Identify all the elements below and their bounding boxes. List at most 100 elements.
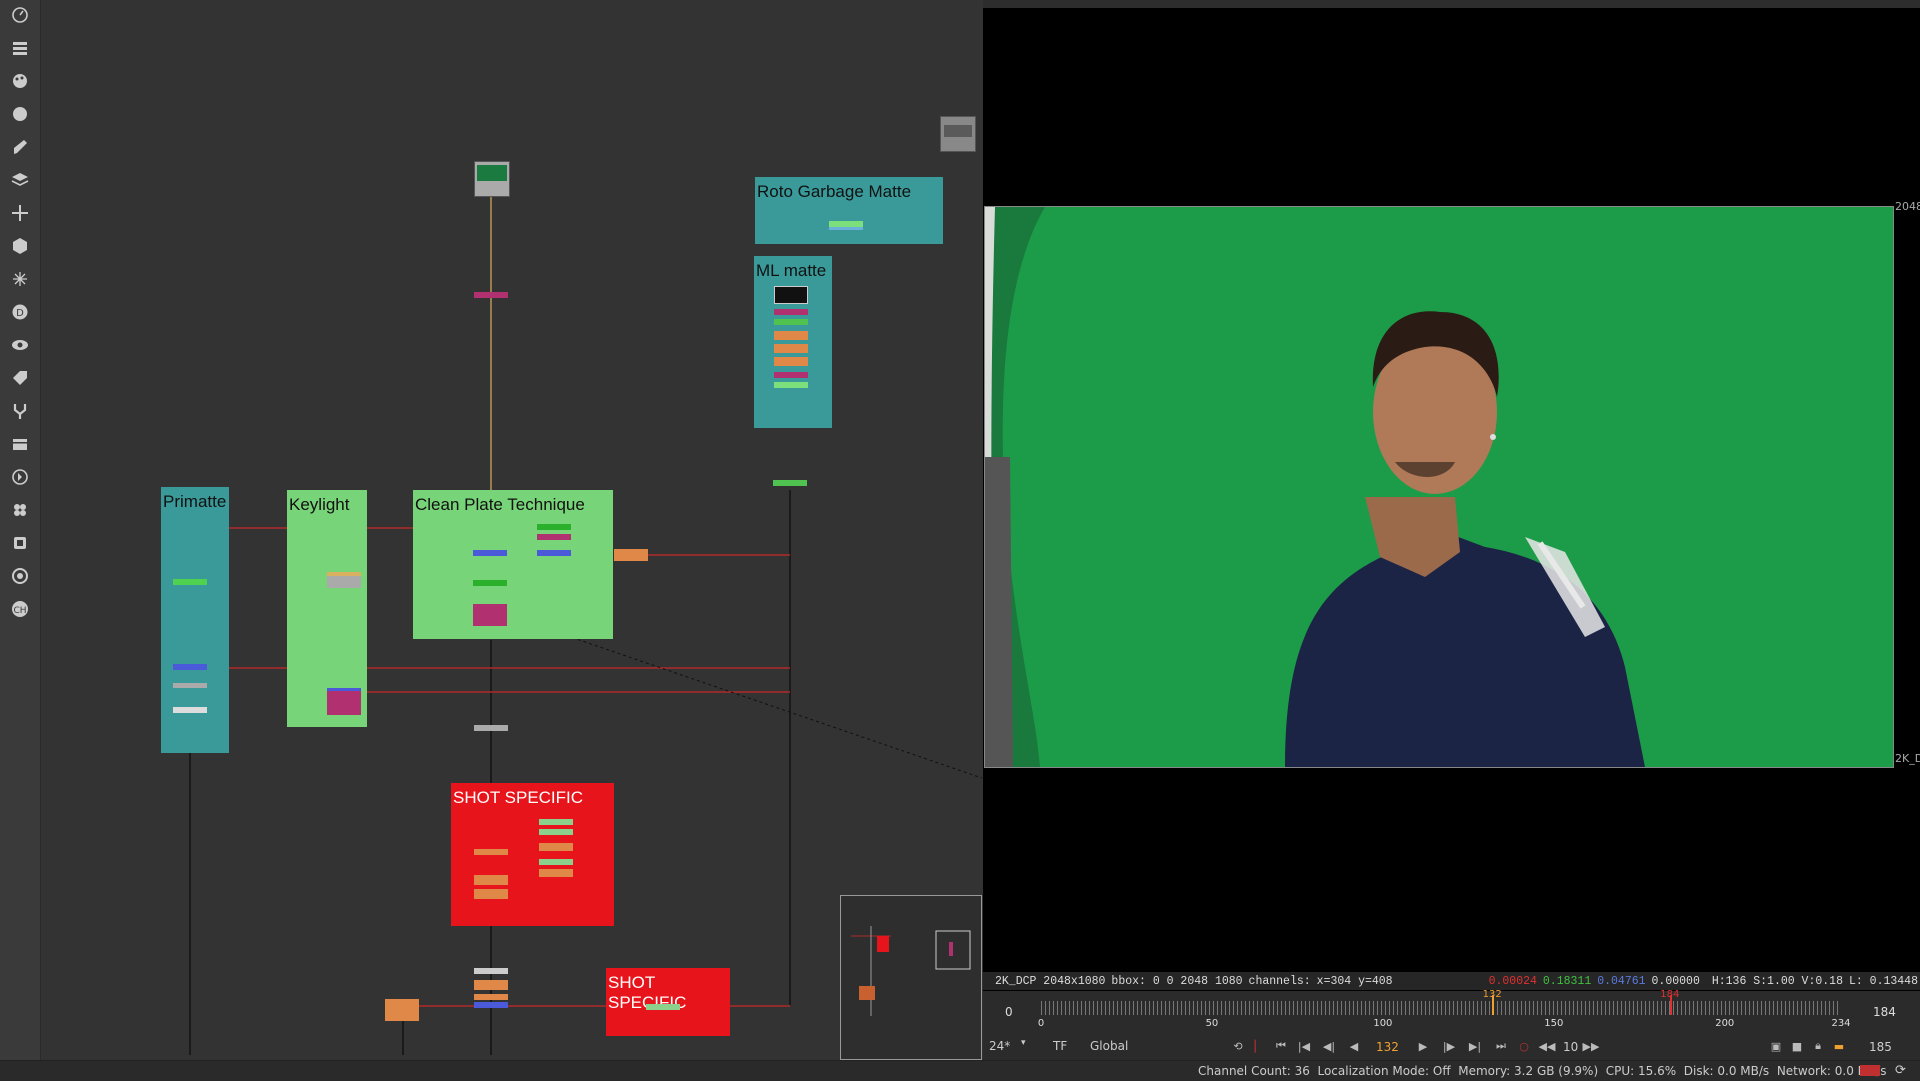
refresh-icon[interactable]: ⟳: [1895, 1063, 1906, 1078]
timeline[interactable]: 0 132 184 0 50 100 150 200 234 184: [983, 989, 1920, 1033]
increment-field[interactable]: 10: [1563, 1040, 1578, 1054]
node-thumbnail[interactable]: [774, 286, 808, 304]
node[interactable]: [474, 889, 508, 899]
circle-icon[interactable]: [10, 104, 30, 124]
menu-icon[interactable]: [10, 38, 30, 58]
node[interactable]: [474, 849, 508, 855]
backdrop-roto-garbage-matte[interactable]: Roto Garbage Matte: [755, 177, 943, 244]
backdrop-keylight[interactable]: Keylight: [287, 490, 367, 727]
read-node-thumbnail[interactable]: [474, 161, 510, 197]
prev-keyframe-icon[interactable]: |◀: [1296, 1038, 1312, 1054]
node[interactable]: [473, 550, 507, 556]
node[interactable]: [474, 725, 508, 731]
node[interactable]: [829, 221, 863, 230]
viewer-image-frame[interactable]: [984, 206, 1894, 768]
skip-back-icon[interactable]: ◀◀: [1539, 1038, 1556, 1054]
play-backward-icon[interactable]: ◀: [1346, 1038, 1362, 1054]
lock-icon[interactable]: 🔒︎: [1810, 1038, 1826, 1054]
cache-icon[interactable]: ▬: [1831, 1038, 1847, 1054]
flipbook-icon[interactable]: ▣: [1768, 1038, 1784, 1054]
furnace-icon[interactable]: [10, 467, 30, 487]
backdrop-primatte[interactable]: Primatte: [161, 487, 229, 753]
node[interactable]: [474, 968, 508, 974]
node[interactable]: [173, 707, 207, 713]
node-graph-minimap[interactable]: [840, 895, 982, 1060]
palette-icon[interactable]: [10, 71, 30, 91]
step-forward-icon[interactable]: |▶: [1441, 1038, 1457, 1054]
node[interactable]: [173, 683, 207, 688]
in-point-icon[interactable]: ▏: [1251, 1038, 1267, 1054]
node[interactable]: [474, 1002, 508, 1008]
node[interactable]: [774, 309, 808, 315]
viewer-panel[interactable]: 2048 2K_D 2K_DCP 2048x1080 bbox: 0 0 204…: [983, 0, 1920, 1060]
node[interactable]: [173, 664, 207, 670]
node[interactable]: [614, 549, 648, 561]
backdrop-shot-specific-2[interactable]: SHOT SPECIFIC: [606, 968, 730, 1036]
play-forward-icon[interactable]: ▶: [1415, 1038, 1431, 1054]
loop-icon[interactable]: ⟲: [1230, 1038, 1246, 1054]
chevron-down-icon[interactable]: ▾: [1021, 1038, 1026, 1048]
tf-dropdown[interactable]: TF: [1053, 1039, 1067, 1053]
first-frame-icon[interactable]: ⏮: [1273, 1038, 1289, 1054]
node[interactable]: [473, 580, 507, 586]
node[interactable]: [774, 331, 808, 340]
bbox-readout: bbox: 0 0 2048 1080: [1111, 974, 1243, 988]
skip-forward-icon[interactable]: ▶▶: [1583, 1038, 1600, 1054]
draw-icon[interactable]: [10, 137, 30, 157]
transform-icon[interactable]: [10, 203, 30, 223]
last-frame-icon[interactable]: ⏭: [1493, 1038, 1509, 1054]
node[interactable]: [474, 875, 508, 885]
node[interactable]: [539, 859, 573, 865]
node[interactable]: [774, 372, 808, 378]
node[interactable]: [173, 579, 207, 585]
node[interactable]: [774, 382, 808, 388]
node[interactable]: [537, 550, 571, 556]
settings-icon[interactable]: [10, 566, 30, 586]
node[interactable]: [327, 688, 361, 715]
global-dropdown[interactable]: Global: [1090, 1039, 1128, 1053]
node[interactable]: [474, 994, 508, 1000]
out-point-icon[interactable]: ○: [1516, 1038, 1532, 1054]
step-back-icon[interactable]: ◀|: [1321, 1038, 1337, 1054]
node[interactable]: [774, 357, 808, 366]
node[interactable]: [646, 1004, 680, 1010]
backdrop-shot-specific[interactable]: SHOT SPECIFIC: [451, 783, 614, 926]
node[interactable]: [774, 344, 808, 353]
node[interactable]: [327, 572, 361, 588]
node[interactable]: [773, 480, 807, 486]
stop-icon[interactable]: ■: [1789, 1038, 1805, 1054]
node[interactable]: [537, 534, 571, 540]
node[interactable]: [537, 524, 571, 530]
ocio-icon[interactable]: [10, 500, 30, 520]
timeline-ticks: 0 50 100 150 200 234: [1038, 1018, 1851, 1030]
d-icon[interactable]: D: [10, 302, 30, 322]
node[interactable]: [539, 829, 573, 835]
end-frame-field[interactable]: 185: [1869, 1040, 1892, 1054]
layers-icon[interactable]: [10, 170, 30, 190]
node-dot[interactable]: [474, 292, 508, 298]
read-node-thumbnail-small[interactable]: [940, 116, 976, 152]
cube-icon[interactable]: [10, 533, 30, 553]
timeline-track[interactable]: 132 184: [1041, 989, 1841, 1015]
particles-icon[interactable]: [10, 269, 30, 289]
node-graph[interactable]: Roto Garbage Matte ML matte Primatte Key…: [41, 0, 982, 1060]
gizmo-icon[interactable]: [10, 401, 30, 421]
node[interactable]: [385, 999, 419, 1021]
fps-dropdown[interactable]: 24*: [989, 1039, 1010, 1053]
node[interactable]: [539, 819, 573, 825]
node[interactable]: [539, 843, 573, 851]
backdrop-ml-matte[interactable]: ML matte: [754, 256, 832, 428]
hub-icon[interactable]: CH: [10, 599, 30, 619]
stack-icon[interactable]: [10, 434, 30, 454]
node[interactable]: [474, 980, 508, 990]
node[interactable]: [473, 604, 507, 626]
backdrop-clean-plate-technique[interactable]: Clean Plate Technique: [413, 490, 613, 639]
tag-icon[interactable]: [10, 368, 30, 388]
3d-box-icon[interactable]: [10, 236, 30, 256]
node[interactable]: [539, 869, 573, 877]
node[interactable]: [774, 319, 808, 325]
next-keyframe-icon[interactable]: ▶|: [1467, 1038, 1483, 1054]
eye-icon[interactable]: [10, 335, 30, 355]
current-frame-field[interactable]: 132: [1376, 1040, 1399, 1054]
timer-icon[interactable]: [10, 5, 30, 25]
